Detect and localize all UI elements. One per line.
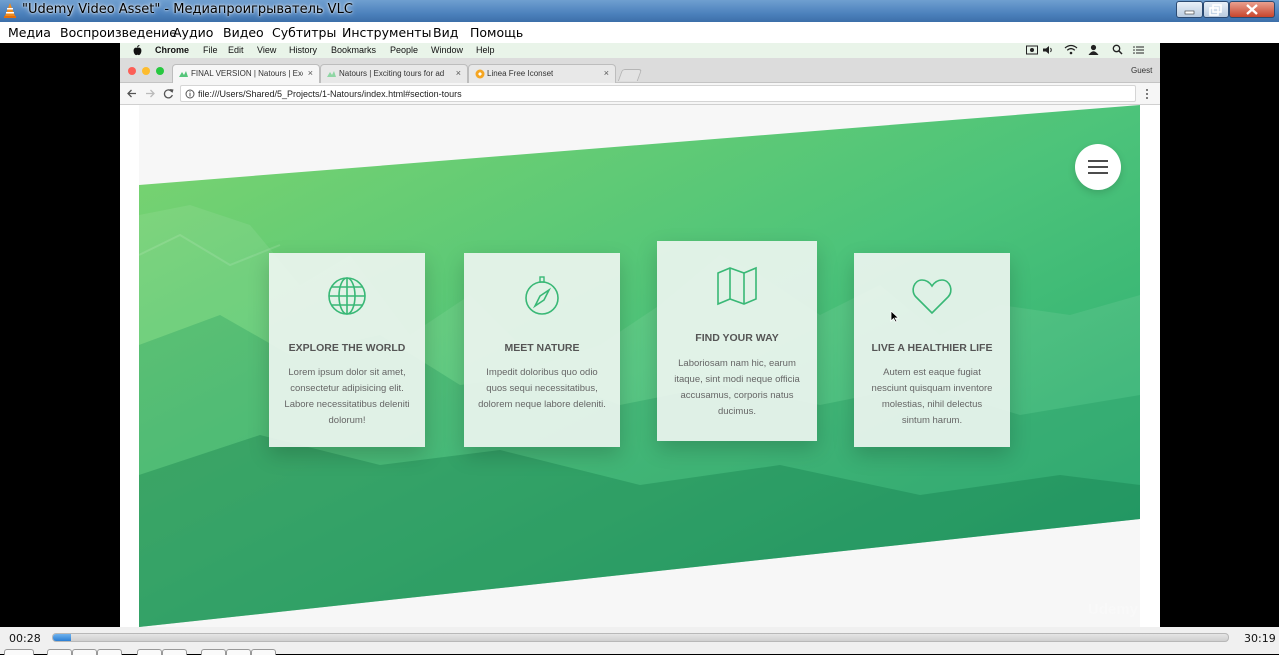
browser-tab-bar: FINAL VERSION | Natours | Exc × Natours … xyxy=(120,58,1160,83)
restore-button[interactable] xyxy=(1203,1,1229,18)
vlc-controls: 00:28 30:19 xyxy=(0,627,1279,655)
feature-box-hovered[interactable]: FIND YOUR WAY Laboriosam nam hic, earum … xyxy=(657,241,817,441)
more-menu-icon[interactable] xyxy=(1144,88,1150,100)
udemy-watermark: Udemy xyxy=(1088,601,1139,618)
mac-menu-people[interactable]: People xyxy=(390,45,418,55)
volume-icon[interactable] xyxy=(1042,45,1053,55)
hamburger-icon xyxy=(1088,160,1108,174)
mac-menu-view[interactable]: View xyxy=(257,45,276,55)
new-tab-button[interactable] xyxy=(617,69,643,81)
notification-center-icon[interactable] xyxy=(1133,45,1145,55)
natours-favicon-icon xyxy=(179,71,188,77)
vlc-cone-icon xyxy=(4,3,16,18)
profile-label[interactable]: Guest xyxy=(1131,66,1152,75)
window-title: "Udemy Video Asset" - Медиапроигрыватель… xyxy=(22,2,353,17)
feature-box: MEET NATURE Impedit doloribus quo odio q… xyxy=(464,253,620,447)
window-zoom-dot[interactable] xyxy=(156,67,164,75)
mac-menu-edit[interactable]: Edit xyxy=(228,45,244,55)
web-page: EXPLORE THE WORLD Lorem ipsum dolor sit … xyxy=(120,105,1160,627)
compass-icon xyxy=(525,276,559,315)
globe-icon xyxy=(328,277,366,315)
natours-favicon-icon xyxy=(327,71,336,77)
vlc-menu-bar: Медиа Воспроизведение Аудио Видео Субтит… xyxy=(0,22,1279,43)
spotlight-search-icon[interactable] xyxy=(1112,44,1123,55)
tab-close-icon[interactable]: × xyxy=(456,68,461,78)
feature-title: FIND YOUR WAY xyxy=(695,332,779,344)
window-close-dot[interactable] xyxy=(128,67,136,75)
mac-menu-help[interactable]: Help xyxy=(476,45,495,55)
time-elapsed: 00:28 xyxy=(9,632,41,645)
restore-icon xyxy=(1209,4,1222,16)
url-bar[interactable]: file:///Users/Shared/5_Projects/1-Natour… xyxy=(180,85,1136,102)
feature-title: EXPLORE THE WORLD xyxy=(288,342,406,354)
feature-box: EXPLORE THE WORLD Lorem ipsum dolor sit … xyxy=(269,253,425,447)
feature-box: LIVE A HEALTHIER LIFE Autem est eaque fu… xyxy=(854,253,1010,447)
user-icon[interactable] xyxy=(1088,44,1099,55)
close-button[interactable] xyxy=(1229,1,1275,18)
mac-menu-file[interactable]: File xyxy=(203,45,218,55)
seek-bar[interactable] xyxy=(52,633,1229,642)
menu-media[interactable]: Медиа xyxy=(8,25,51,40)
playlist-button[interactable] xyxy=(201,649,226,655)
menu-help[interactable]: Помощь xyxy=(470,25,523,40)
tab-final-version[interactable]: FINAL VERSION | Natours | Exc × xyxy=(172,64,320,83)
fullscreen-button[interactable] xyxy=(137,649,162,655)
forward-arrow-icon[interactable] xyxy=(145,88,156,99)
mac-menu-window[interactable]: Window xyxy=(431,45,463,55)
mac-menu-bookmarks[interactable]: Bookmarks xyxy=(331,45,376,55)
url-text: file:///Users/Shared/5_Projects/1-Natour… xyxy=(198,89,462,99)
extended-settings-button[interactable] xyxy=(162,649,187,655)
info-icon[interactable] xyxy=(185,89,195,99)
previous-button[interactable] xyxy=(47,649,72,655)
mac-menu-app[interactable]: Chrome xyxy=(155,45,189,55)
mac-menu-history[interactable]: History xyxy=(289,45,317,55)
back-arrow-icon[interactable] xyxy=(126,88,137,99)
close-icon xyxy=(1246,4,1258,15)
navigation-menu-button[interactable] xyxy=(1075,144,1121,190)
menu-subtitles[interactable]: Субтитры xyxy=(272,25,336,40)
reload-icon[interactable] xyxy=(163,88,174,99)
next-button[interactable] xyxy=(97,649,122,655)
play-button[interactable] xyxy=(4,649,34,655)
stop-button[interactable] xyxy=(72,649,97,655)
recorded-screen: Chrome File Edit View History Bookmarks … xyxy=(120,43,1160,627)
menu-video[interactable]: Видео xyxy=(223,25,264,40)
feature-title: LIVE A HEALTHIER LIFE xyxy=(871,342,993,354)
apple-icon xyxy=(133,45,142,56)
tab-label: FINAL VERSION | Natours | Exc xyxy=(191,69,303,78)
loop-button[interactable] xyxy=(226,649,251,655)
feature-text: Lorem ipsum dolor sit amet, consectetur … xyxy=(284,367,410,426)
tab-linea-iconset[interactable]: Linea Free Iconset × xyxy=(468,64,616,83)
shuffle-button[interactable] xyxy=(251,649,276,655)
tab-label: Natours | Exciting tours for ad xyxy=(339,69,445,78)
wifi-icon[interactable] xyxy=(1064,44,1078,55)
mac-menu-bar: Chrome File Edit View History Bookmarks … xyxy=(120,43,1160,58)
feature-title: MEET NATURE xyxy=(504,342,580,354)
linea-favicon-icon xyxy=(475,69,485,79)
minimize-button[interactable] xyxy=(1176,1,1203,18)
menu-view[interactable]: Вид xyxy=(433,25,458,40)
time-total: 30:19 xyxy=(1244,632,1276,645)
seek-progress xyxy=(53,634,71,641)
feature-text: Autem est eaque fugiat nesciunt quisquam… xyxy=(871,367,993,426)
menu-playback[interactable]: Воспроизведение xyxy=(60,25,177,40)
tab-natours[interactable]: Natours | Exciting tours for ad × xyxy=(320,64,468,83)
tab-label: Linea Free Iconset xyxy=(487,69,554,78)
menu-audio[interactable]: Аудио xyxy=(173,25,213,40)
video-area[interactable]: Chrome File Edit View History Bookmarks … xyxy=(0,43,1279,627)
menu-tools[interactable]: Инструменты xyxy=(342,25,431,40)
browser-toolbar: file:///Users/Shared/5_Projects/1-Natour… xyxy=(120,83,1160,105)
tab-close-icon[interactable]: × xyxy=(308,68,313,78)
mouse-cursor-icon xyxy=(890,310,900,323)
tab-close-icon[interactable]: × xyxy=(604,68,609,78)
vlc-title-bar: "Udemy Video Asset" - Медиапроигрыватель… xyxy=(0,0,1279,22)
minimize-icon xyxy=(1184,10,1195,15)
feature-text: Impedit doloribus quo odio quos sequi ne… xyxy=(478,367,606,410)
screen-record-icon[interactable] xyxy=(1026,45,1038,55)
feature-text: Laboriosam nam hic, earum itaque, sint m… xyxy=(674,358,800,417)
map-icon xyxy=(717,266,757,306)
heart-icon xyxy=(912,279,952,315)
window-minimize-dot[interactable] xyxy=(142,67,150,75)
